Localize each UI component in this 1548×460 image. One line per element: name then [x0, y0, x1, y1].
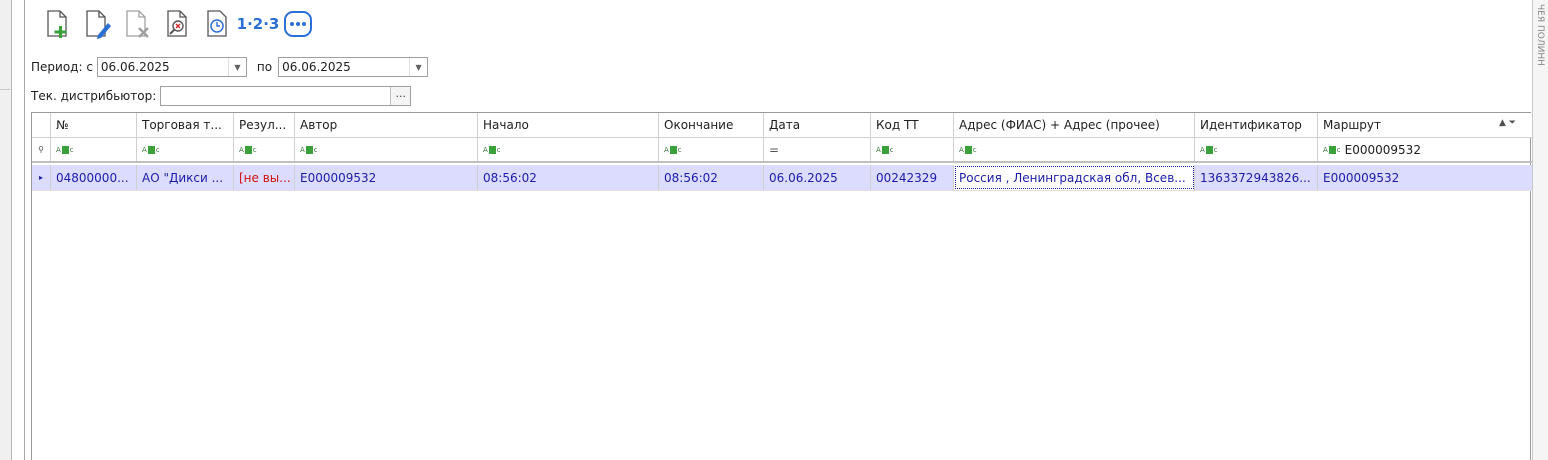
- chevron-down-icon[interactable]: ▼: [227, 58, 246, 76]
- delete-document-icon: [126, 10, 149, 38]
- filter-cell-result[interactable]: Ac: [234, 138, 295, 161]
- toolbar: 1·2·3: [38, 4, 318, 44]
- filter-cell-author[interactable]: Ac: [295, 138, 478, 161]
- date-to-value: 06.06.2025: [282, 60, 351, 74]
- header-indicator: [32, 113, 51, 137]
- equals-filter-icon: =: [769, 142, 780, 157]
- cell-start[interactable]: 08:56:02: [478, 165, 659, 190]
- abc-filter-icon: Ac: [876, 145, 894, 154]
- filter-cell-date[interactable]: =: [764, 138, 871, 161]
- column-header-result[interactable]: Резул...: [234, 113, 295, 137]
- column-header-route-label: Маршрут: [1323, 118, 1382, 132]
- date-from-value: 06.06.2025: [100, 60, 170, 74]
- numbering-icon: 1·2·3: [236, 15, 280, 33]
- abc-filter-icon: Ac: [664, 145, 682, 154]
- cell-end[interactable]: 08:56:02: [659, 165, 764, 190]
- abc-filter-icon: Ac: [1200, 145, 1218, 154]
- table-row[interactable]: ▸ 04800000... АО "Дикси ... [не вы... E0…: [32, 165, 1532, 191]
- filter-row-icon: ⚲: [32, 138, 51, 161]
- date-to-combo[interactable]: 06.06.2025 ▼: [278, 57, 429, 77]
- filter-cell-number[interactable]: Ac: [51, 138, 137, 161]
- more-actions-button[interactable]: [278, 4, 318, 44]
- cell-date[interactable]: 06.06.2025: [764, 165, 871, 190]
- abc-filter-icon: Ac: [239, 145, 257, 154]
- search-document-icon: [167, 10, 187, 37]
- delete-document-button[interactable]: [118, 4, 158, 44]
- column-header-identifier[interactable]: Идентификатор: [1195, 113, 1318, 137]
- abc-filter-icon: Ac: [142, 145, 160, 154]
- cell-result[interactable]: [не вы...: [234, 165, 295, 190]
- cell-number[interactable]: 04800000...: [51, 165, 137, 190]
- column-header-trade-point[interactable]: Торговая т...: [137, 113, 234, 137]
- left-divider: [24, 0, 25, 460]
- date-from-combo[interactable]: 06.06.2025 ▼: [96, 57, 247, 77]
- period-label: Период: с: [31, 60, 93, 74]
- period-filter: Период: с 06.06.2025 ▼ по 06.06.2025 ▼: [31, 56, 429, 78]
- cell-author[interactable]: E000009532: [295, 165, 478, 190]
- auto-filter-row: ⚲ Ac Ac Ac Ac Ac Ac = Ac Ac Ac Ac E000009…: [32, 138, 1532, 163]
- history-button[interactable]: [198, 4, 238, 44]
- sort-filter-icon[interactable]: ▲ ⏷: [1499, 118, 1516, 128]
- abc-filter-icon: Ac: [56, 145, 74, 154]
- numbering-button[interactable]: 1·2·3: [236, 4, 280, 44]
- column-header-route[interactable]: Маршрут ▲ ⏷: [1318, 113, 1522, 137]
- visits-grid[interactable]: № Торговая т... Резул... Автор Начало Ок…: [31, 112, 1532, 460]
- column-header-tt-code[interactable]: Код ТТ: [871, 113, 954, 137]
- find-document-button[interactable]: [158, 4, 198, 44]
- right-dock-panel[interactable]: ЧЕЯ ПОЛИНН: [1532, 0, 1548, 460]
- cell-identifier[interactable]: 1363372943826...: [1195, 165, 1318, 190]
- edit-document-icon: [86, 10, 111, 39]
- abc-filter-icon: Ac: [1323, 145, 1341, 154]
- filter-cell-trade-point[interactable]: Ac: [137, 138, 234, 161]
- cell-trade-point[interactable]: АО "Дикси ...: [137, 165, 234, 190]
- filter-cell-end[interactable]: Ac: [659, 138, 764, 161]
- column-header-number[interactable]: №: [51, 113, 137, 137]
- new-document-icon: [47, 10, 67, 38]
- left-dock-strip: [0, 0, 12, 460]
- row-indicator[interactable]: ▸: [32, 165, 51, 190]
- column-header-date[interactable]: Дата: [764, 113, 871, 137]
- cell-address[interactable]: Россия , Ленинградская обл, Всев...: [954, 165, 1195, 190]
- column-header-end[interactable]: Окончание: [659, 113, 764, 137]
- cell-tt-code[interactable]: 00242329: [871, 165, 954, 190]
- filter-cell-identifier[interactable]: Ac: [1195, 138, 1318, 161]
- filter-cell-address[interactable]: Ac: [954, 138, 1195, 161]
- abc-filter-icon: Ac: [483, 145, 501, 154]
- distributor-filter: Тек. дистрибьютор: ···: [31, 85, 412, 107]
- to-label: по: [256, 60, 273, 74]
- clock-icon: [207, 10, 227, 37]
- new-document-button[interactable]: [38, 4, 78, 44]
- cell-route[interactable]: E000009532: [1318, 165, 1522, 190]
- column-header-start[interactable]: Начало: [478, 113, 659, 137]
- right-panel-label: ЧЕЯ ПОЛИНН: [1535, 4, 1545, 66]
- ellipsis-icon[interactable]: ···: [390, 87, 411, 105]
- abc-filter-icon: Ac: [300, 145, 318, 154]
- column-header-author[interactable]: Автор: [295, 113, 478, 137]
- abc-filter-icon: Ac: [959, 145, 977, 154]
- route-filter-value: E000009532: [1344, 142, 1421, 157]
- distributor-field[interactable]: ···: [160, 86, 412, 106]
- column-header-address[interactable]: Адрес (ФИАС) + Адрес (прочее): [954, 113, 1195, 137]
- filter-cell-tt-code[interactable]: Ac: [871, 138, 954, 161]
- grid-header: № Торговая т... Резул... Автор Начало Ок…: [32, 113, 1532, 138]
- filter-cell-route[interactable]: Ac E000009532: [1318, 138, 1522, 161]
- more-icon: [284, 11, 312, 37]
- edit-document-button[interactable]: [78, 4, 118, 44]
- filter-cell-start[interactable]: Ac: [478, 138, 659, 161]
- chevron-down-icon[interactable]: ▼: [409, 58, 427, 76]
- distributor-label: Тек. дистрибьютор:: [31, 89, 157, 103]
